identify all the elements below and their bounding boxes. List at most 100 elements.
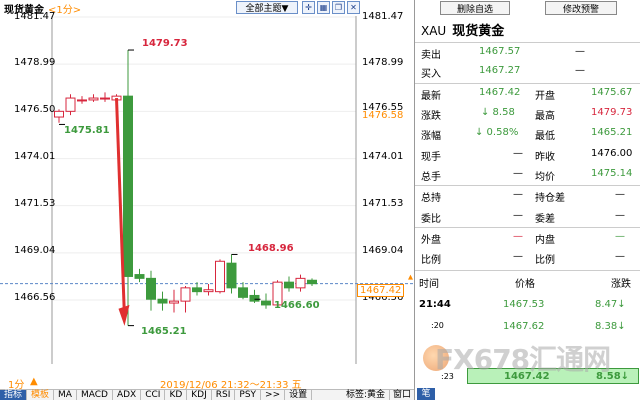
y-tick-left: 1466.56 — [14, 292, 56, 303]
tab-psy[interactable]: PSY — [235, 390, 262, 400]
ratio-row: 比例 — 比例 — — [415, 248, 640, 267]
candle-body — [65, 97, 76, 112]
candle-body — [284, 281, 294, 289]
current-price-tag: 1467.42 — [357, 284, 405, 297]
ratio1-label: 比例 — [421, 255, 441, 266]
changepct-label: 涨幅 — [421, 131, 441, 142]
period-up-icon[interactable]: ▲ — [30, 376, 38, 387]
instrument-name: 现货黄金 — [452, 24, 505, 39]
candle-body — [215, 260, 225, 293]
candle-body — [261, 300, 271, 306]
tab-macd[interactable]: MACD — [77, 390, 113, 400]
candle-body — [180, 287, 191, 302]
prevclose-value: 1476.00 — [591, 148, 633, 159]
tab-more[interactable]: >> — [261, 390, 286, 400]
buy-label: 买入 — [421, 69, 441, 80]
instrument-title: XAU 现货黄金 — [421, 20, 504, 39]
tab-ma[interactable]: MA — [54, 390, 77, 400]
ticks-price-header: 价格 — [515, 279, 535, 290]
candle-body — [146, 277, 156, 300]
tab-settings[interactable]: 设置 — [285, 390, 313, 400]
grid-icon[interactable]: ▦ — [317, 1, 330, 14]
high-annotation: 1479.73 — [142, 38, 188, 49]
candle-body — [88, 97, 99, 101]
change-row: 涨跌 ↓ 8.58 最高 1479.73 — [415, 104, 640, 123]
changepct-row: 涨幅 ↓ 0.58% 最低 1465.21 — [415, 124, 640, 143]
sell-label: 卖出 — [421, 50, 441, 61]
ticks-tab[interactable]: 笔 — [417, 388, 435, 400]
candle-body — [54, 110, 64, 118]
tick-row: 21:44 1467.53 8.47↓ — [415, 296, 640, 314]
edit-alert-button[interactable]: 修改预警 — [545, 1, 617, 15]
candle-body — [134, 274, 145, 279]
delete-favorite-button[interactable]: 删除自选 — [440, 1, 510, 15]
theme-dropdown-button[interactable]: 全部主题▼ — [236, 1, 298, 14]
chart-header: 现货黄金 <1分> 全部主题▼ ✛ ▦ ❐ ✕ — [0, 0, 414, 16]
tick-price: 1467.62 — [503, 321, 545, 332]
app-root: 现货黄金 <1分> 全部主题▼ ✛ ▦ ❐ ✕ 1481.47 1478.99 … — [0, 0, 640, 400]
candle-body — [192, 287, 202, 293]
candle-body — [100, 97, 110, 100]
sell-row: 卖出 1467.57 — — [415, 43, 640, 62]
y-tick-right: 1474.01 — [362, 151, 404, 162]
hold-row: 总持 — 持仓差 — — [415, 186, 640, 205]
candle-body — [203, 289, 214, 293]
y-tick-right: 1469.04 — [362, 245, 404, 256]
hand-value: — — [513, 148, 523, 159]
y-tick-left: 1478.99 — [14, 57, 56, 68]
tab-kdj[interactable]: KDJ — [187, 390, 212, 400]
indicator-tabs: 指标 模板 MA MACD ADX CCI KD KDJ RSI PSY >> … — [0, 389, 414, 400]
avg-value: 1475.14 — [591, 168, 633, 179]
avg-label: 均价 — [535, 172, 555, 183]
ticks-time-header: 时间 — [419, 279, 439, 290]
y-tick-right-highlight: 1476.58 — [362, 110, 404, 121]
close-icon[interactable]: ✕ — [347, 1, 360, 14]
window-button[interactable]: 窗口 — [388, 390, 414, 400]
tick-time: :20 — [431, 321, 444, 330]
ratio2-value: — — [615, 251, 625, 262]
tab-template[interactable]: 模板 — [27, 390, 55, 400]
candlestick-chart[interactable]: 1481.47 1478.99 1476.50 1474.01 1471.53 … — [0, 11, 414, 364]
low-value: 1465.21 — [591, 127, 633, 138]
buy-extra: — — [575, 65, 585, 76]
y-tick-left: 1476.50 — [14, 104, 56, 115]
candle-body — [157, 298, 168, 304]
restore-icon[interactable]: ❐ — [332, 1, 345, 14]
holddiff-label: 持仓差 — [535, 193, 565, 204]
outer-row: 外盘 — 内盘 — — [415, 228, 640, 247]
holddiff-value: — — [615, 189, 625, 200]
quote-panel: 删除自选 修改预警 XAU 现货黄金 卖出 1467.57 — 买入 1467.2… — [414, 0, 640, 400]
watermark: FX678汇通网 — [435, 343, 611, 376]
high-value: 1479.73 — [591, 107, 633, 118]
candle-body — [77, 99, 87, 102]
tab-adx[interactable]: ADX — [113, 390, 142, 400]
tab-rsi[interactable]: RSI — [212, 390, 236, 400]
tick-row: :20 1467.62 8.38↓ — [415, 318, 640, 336]
price-marker — [408, 274, 413, 280]
tick-price: 1467.53 — [503, 299, 545, 310]
ratio2-label: 比例 — [535, 255, 555, 266]
crosshair-icon[interactable]: ✛ — [302, 1, 315, 14]
changepct-value: ↓ 0.58% — [475, 127, 519, 138]
candle-body — [295, 277, 306, 289]
tab-indicators[interactable]: 指标 — [0, 390, 28, 400]
bidratio-label: 委比 — [421, 214, 441, 225]
high-label: 最高 — [535, 111, 555, 122]
candle-body — [307, 279, 317, 285]
tick-time: 21:44 — [419, 299, 451, 310]
outer-label: 外盘 — [421, 235, 441, 246]
high-annotation: 1468.96 — [248, 243, 294, 254]
tab-cci[interactable]: CCI — [141, 390, 166, 400]
totalhand-value: — — [513, 168, 523, 179]
tag-label: 标签:黄金 — [345, 390, 385, 400]
ratio1-value: — — [513, 251, 523, 262]
biddiff-value: — — [615, 210, 625, 221]
low-label: 最低 — [535, 131, 555, 142]
y-tick-left: 1471.53 — [14, 198, 56, 209]
buy-value: 1467.27 — [479, 65, 521, 76]
tab-kd[interactable]: KD — [165, 390, 188, 400]
chart-canvas — [0, 16, 414, 364]
totalhand-label: 总手 — [421, 172, 441, 183]
hand-row: 现手 — 昨收 1476.00 — [415, 145, 640, 164]
low-annotation: 1466.60 — [274, 300, 320, 311]
